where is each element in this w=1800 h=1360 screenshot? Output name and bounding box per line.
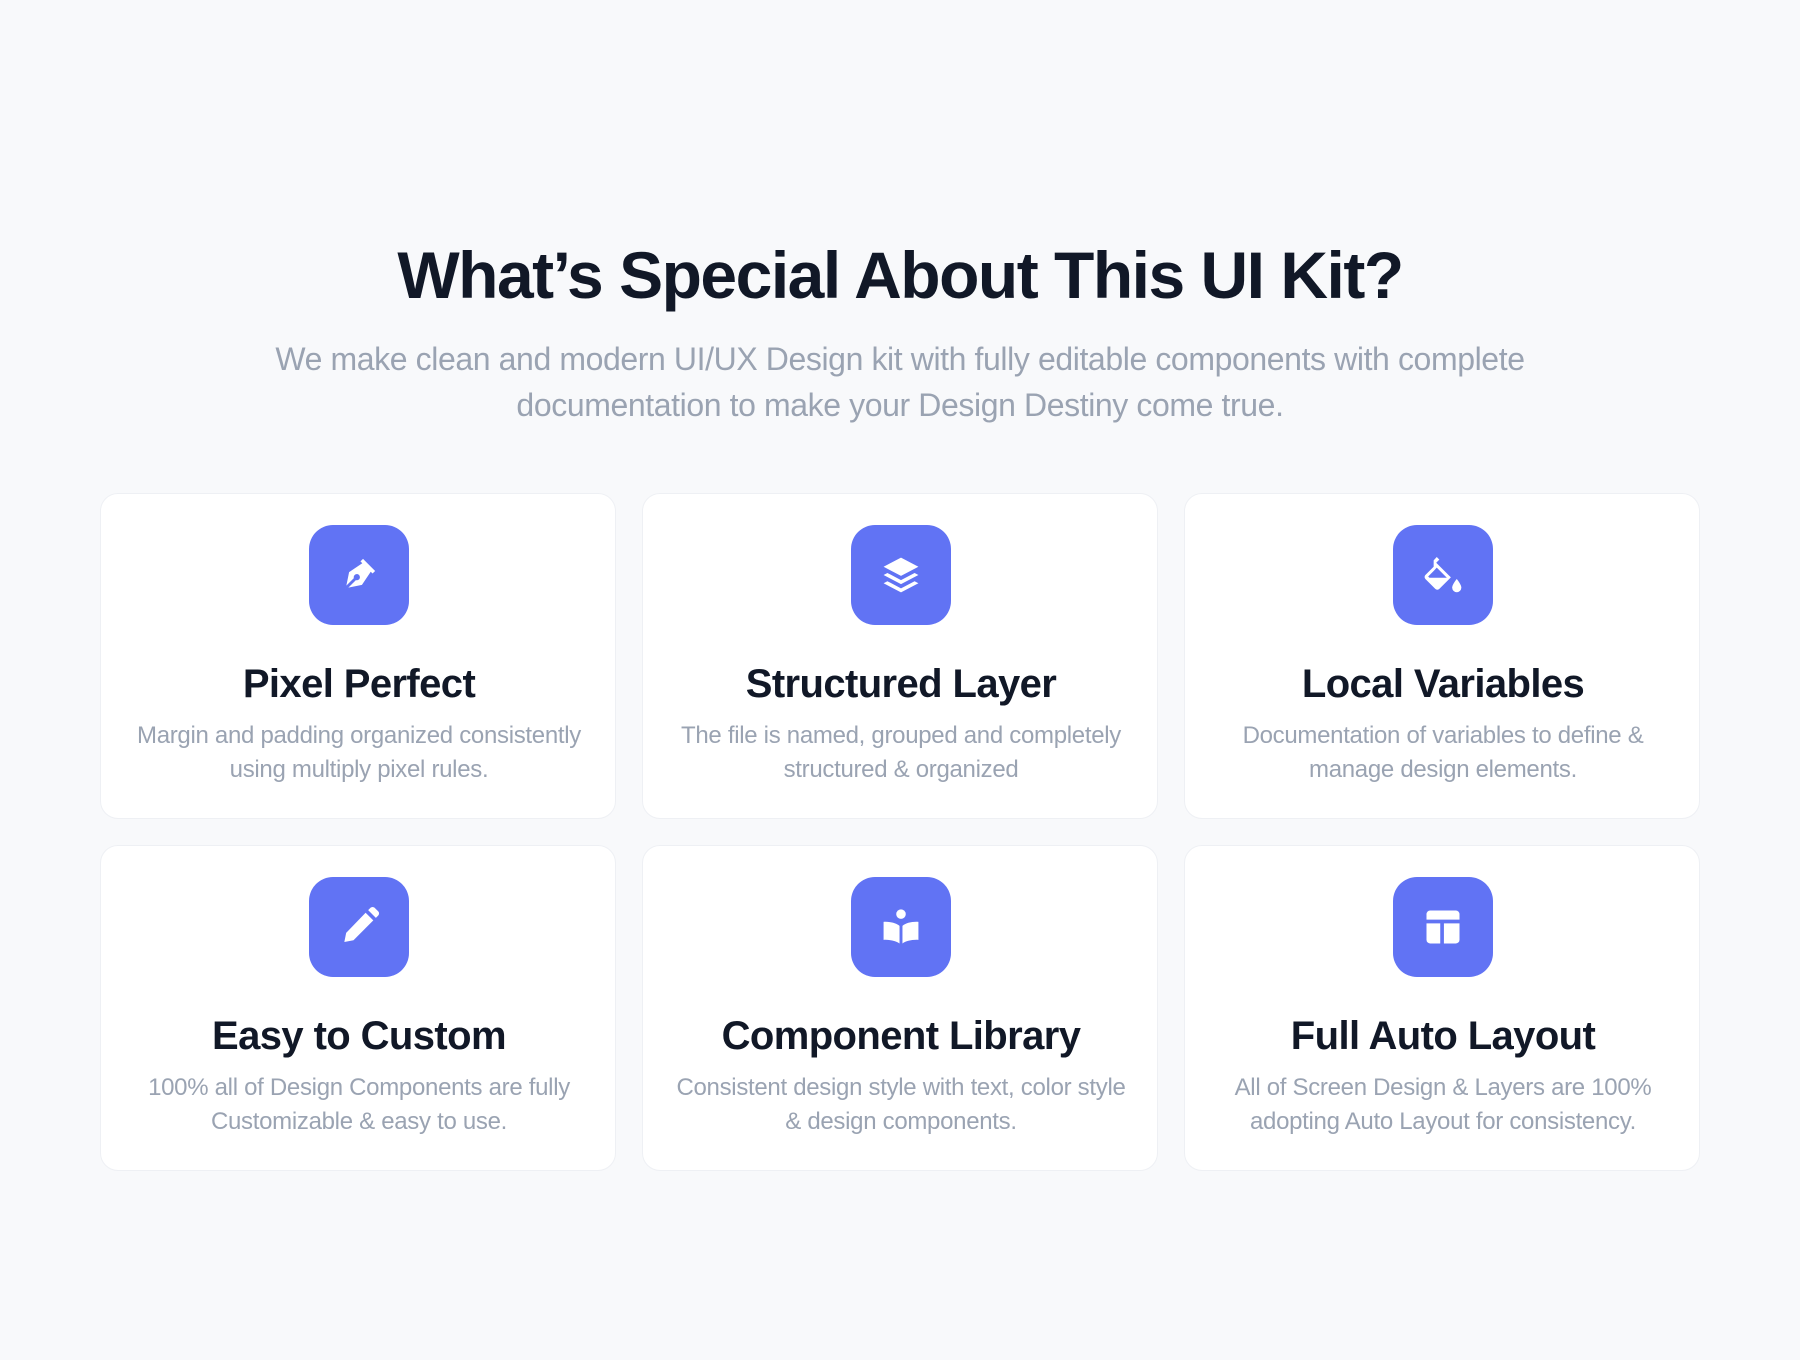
feature-description: Margin and padding organized consistentl…: [137, 722, 581, 783]
feature-description: Consistent design style with text, color…: [676, 1074, 1126, 1135]
feature-grid: Pixel Perfect Margin and padding organiz…: [100, 493, 1700, 1171]
feature-description: Documentation of variables to define & m…: [1242, 722, 1644, 783]
feature-card-component-library: Component Library Consistent design styl…: [642, 845, 1158, 1171]
feature-title: Pixel Perfect: [242, 662, 476, 706]
features-section: What’s Special About This UI Kit? We mak…: [0, 0, 1800, 1360]
layout-icon: [1393, 877, 1493, 977]
pencil-icon: [309, 877, 409, 977]
book-reader-icon: [851, 877, 951, 977]
feature-description: The file is named, grouped and completel…: [681, 722, 1121, 783]
feature-title: Full Auto Layout: [1290, 1014, 1596, 1058]
feature-description: 100% all of Design Components are fully …: [148, 1074, 570, 1135]
pen-nib-icon: [309, 525, 409, 625]
layers-icon: [851, 525, 951, 625]
feature-card-easy-to-custom: Easy to Custom 100% all of Design Compon…: [100, 845, 616, 1171]
feature-card-structured-layer: Structured Layer The file is named, grou…: [642, 493, 1158, 819]
section-title: What’s Special About This UI Kit?: [397, 238, 1404, 313]
feature-title: Component Library: [721, 1014, 1081, 1058]
feature-card-pixel-perfect: Pixel Perfect Margin and padding organiz…: [100, 493, 616, 819]
section-subtitle: We make clean and modern UI/UX Design ki…: [275, 341, 1525, 423]
feature-title: Local Variables: [1301, 662, 1585, 706]
paint-bucket-icon: [1393, 525, 1493, 625]
feature-description: All of Screen Design & Layers are 100% a…: [1234, 1074, 1652, 1135]
feature-title: Easy to Custom: [212, 1014, 506, 1058]
feature-title: Structured Layer: [745, 662, 1057, 706]
feature-card-full-auto-layout: Full Auto Layout All of Screen Design & …: [1184, 845, 1700, 1171]
feature-card-local-variables: Local Variables Documentation of variabl…: [1184, 493, 1700, 819]
